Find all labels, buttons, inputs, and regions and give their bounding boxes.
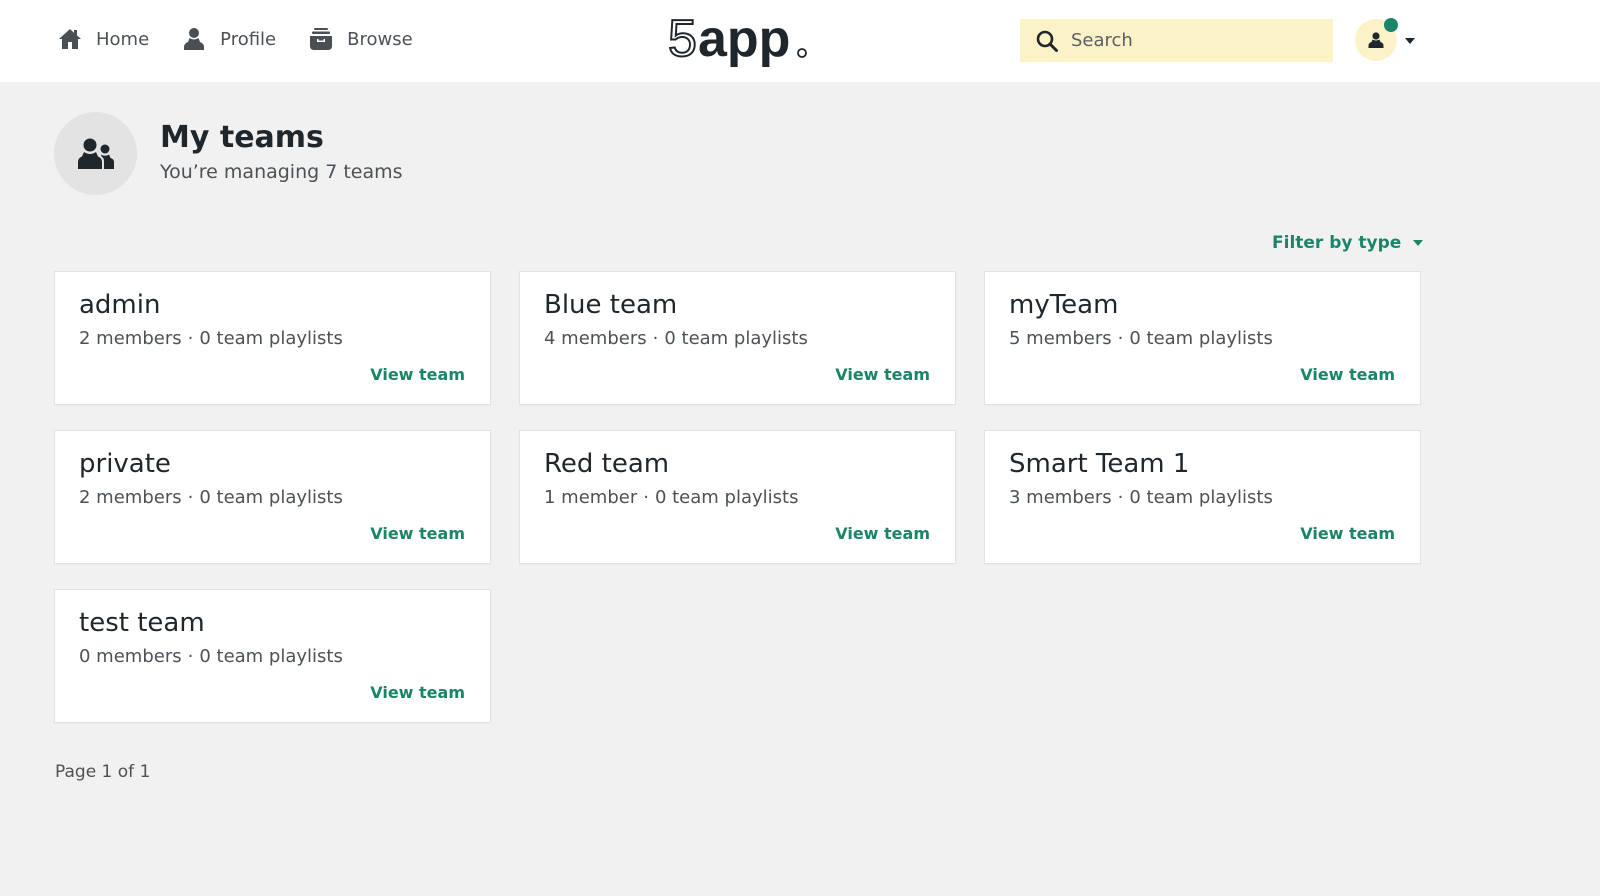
search-input[interactable]: [1071, 30, 1311, 51]
member-count: 2 members: [79, 487, 182, 508]
team-name: Smart Team 1: [1009, 449, 1190, 479]
team-meta: 2 members · 0 team playlists: [79, 487, 343, 508]
user-menu-button[interactable]: [1355, 18, 1417, 63]
playlist-count: 0 team playlists: [654, 487, 799, 508]
separator: ·: [187, 328, 194, 349]
notification-dot: [1384, 18, 1398, 32]
nav-item-label: Browse: [347, 28, 413, 50]
playlist-count: 0 team playlists: [1129, 487, 1273, 508]
team-card: admin 2 members · 0 team playlists View te…: [55, 272, 490, 404]
team-card: Smart Team 1 3 members · 0 team playlists …: [985, 431, 1420, 563]
view-team-link[interactable]: View team: [1300, 365, 1395, 384]
svg-text:app: app: [698, 12, 790, 68]
view-team-link[interactable]: View team: [370, 683, 465, 702]
member-count: 5 members: [1009, 328, 1112, 349]
team-name: myTeam: [1009, 290, 1119, 320]
team-meta: 4 members · 0 team playlists: [544, 328, 808, 349]
team-card: Red team 1 member · 0 team playlists View …: [520, 431, 955, 563]
member-count: 2 members: [79, 328, 182, 349]
page-title: My teams: [160, 120, 324, 155]
team-card: myTeam 5 members · 0 team playlists View t…: [985, 272, 1420, 404]
main-nav: Home Profile Browse: [57, 26, 445, 52]
separator: ·: [1117, 328, 1124, 349]
pagination-status: Page 1 of 1: [55, 762, 151, 782]
separator: ·: [652, 328, 659, 349]
archive-icon: [310, 28, 333, 50]
team-name: test team: [79, 608, 205, 638]
chevron-down-icon: [1405, 38, 1415, 44]
separator: ·: [187, 646, 194, 667]
team-card: private 2 members · 0 team playlists View …: [55, 431, 490, 563]
playlist-count: 0 team playlists: [199, 328, 343, 349]
member-count: 4 members: [544, 328, 647, 349]
filter-by-type-dropdown[interactable]: Filter by type: [1272, 233, 1424, 253]
user-icon: [184, 28, 205, 50]
team-card: Blue team 4 members · 0 team playlists Vie…: [520, 272, 955, 404]
member-count: 1 member: [544, 487, 638, 508]
page-subtitle: You’re managing 7 teams: [160, 161, 403, 183]
top-navigation-bar: Home Profile Browse 5 app: [0, 0, 1600, 82]
svg-text:5: 5: [668, 12, 697, 68]
nav-item-home[interactable]: Home: [57, 26, 149, 52]
team-card: test team 0 members · 0 team playlists Vie…: [55, 590, 490, 722]
team-name: admin: [79, 290, 161, 320]
view-team-link[interactable]: View team: [1300, 524, 1395, 543]
search-bar: [1020, 19, 1333, 62]
nav-item-profile[interactable]: Profile: [181, 26, 276, 52]
team-meta: 2 members · 0 team playlists: [79, 328, 343, 349]
team-meta: 0 members · 0 team playlists: [79, 646, 343, 667]
playlist-count: 0 team playlists: [664, 328, 808, 349]
member-count: 0 members: [79, 646, 182, 667]
view-team-link[interactable]: View team: [370, 365, 465, 384]
separator: ·: [187, 487, 194, 508]
filter-label: Filter by type: [1272, 233, 1402, 253]
playlist-count: 0 team playlists: [199, 646, 343, 667]
chevron-down-icon: [1413, 240, 1424, 246]
team-name: private: [79, 449, 171, 479]
playlist-count: 0 team playlists: [1129, 328, 1273, 349]
team-meta: 5 members · 0 team playlists: [1009, 328, 1273, 349]
view-team-link[interactable]: View team: [835, 365, 930, 384]
home-icon: [59, 29, 81, 49]
separator: ·: [1117, 487, 1124, 508]
playlist-count: 0 team playlists: [199, 487, 343, 508]
nav-item-browse[interactable]: Browse: [308, 26, 413, 52]
user-icon: [1368, 32, 1384, 48]
nav-item-label: Home: [96, 28, 150, 50]
separator: ·: [643, 487, 649, 508]
teams-icon-circle: [54, 112, 137, 195]
view-team-link[interactable]: View team: [835, 524, 930, 543]
member-count: 3 members: [1009, 487, 1112, 508]
nav-item-label: Profile: [220, 28, 277, 50]
5app-logo[interactable]: 5 app: [667, 9, 808, 70]
team-name: Red team: [544, 449, 670, 479]
view-team-link[interactable]: View team: [370, 524, 465, 543]
team-meta: 1 member · 0 team playlists: [544, 487, 798, 508]
team-icon: [77, 138, 114, 169]
team-meta: 3 members · 0 team playlists: [1009, 487, 1273, 508]
team-cards-grid: admin 2 members · 0 team playlists View te…: [55, 272, 1420, 722]
search-icon: [1036, 30, 1058, 52]
team-name: Blue team: [544, 290, 678, 320]
